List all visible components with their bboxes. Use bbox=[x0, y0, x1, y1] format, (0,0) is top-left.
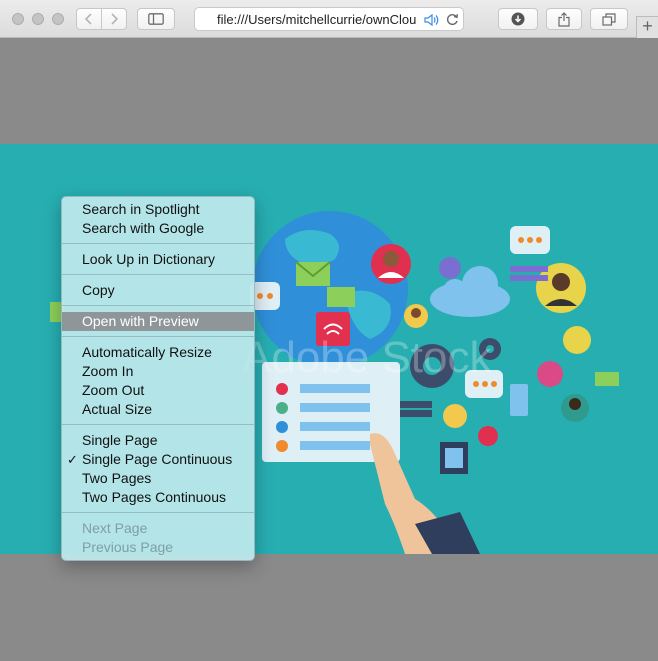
menu-item-search-google[interactable]: Search with Google bbox=[62, 219, 254, 238]
show-tabs-button[interactable] bbox=[590, 8, 628, 30]
checkmark-icon: ✓ bbox=[67, 452, 78, 467]
menu-item-look-up[interactable]: Look Up in Dictionary bbox=[62, 250, 254, 269]
browser-toolbar: file:///Users/mitchellcurrie/ownCloud + bbox=[0, 0, 658, 38]
downloads-button[interactable] bbox=[498, 8, 538, 30]
speaker-icon[interactable] bbox=[424, 14, 440, 26]
menu-item-single-page[interactable]: Single Page bbox=[62, 431, 254, 450]
sidebar-icon bbox=[148, 13, 164, 25]
menu-separator bbox=[62, 274, 254, 275]
avatar bbox=[439, 257, 461, 279]
avatar bbox=[443, 404, 467, 428]
forward-button[interactable] bbox=[101, 8, 127, 30]
avatar bbox=[537, 361, 563, 387]
share-button[interactable] bbox=[546, 8, 582, 30]
reload-icon[interactable] bbox=[446, 13, 459, 26]
menu-separator bbox=[62, 512, 254, 513]
sidebar-toggle-button[interactable] bbox=[137, 8, 175, 30]
menu-item-two-pages-continuous[interactable]: Two Pages Continuous bbox=[62, 488, 254, 507]
menu-separator bbox=[62, 243, 254, 244]
avatar bbox=[478, 426, 498, 446]
new-tab-button[interactable]: + bbox=[636, 16, 658, 38]
menu-separator bbox=[62, 305, 254, 306]
menu-item-copy[interactable]: Copy bbox=[62, 281, 254, 300]
address-url[interactable]: file:///Users/mitchellcurrie/ownCloud bbox=[217, 12, 417, 27]
menu-separator bbox=[62, 336, 254, 337]
page-background bbox=[0, 38, 658, 144]
chevron-right-icon bbox=[111, 13, 119, 25]
watermark-text: Adobe Stock bbox=[242, 333, 492, 382]
context-menu: Search in Spotlight Search with Google L… bbox=[61, 196, 255, 561]
back-button[interactable] bbox=[76, 8, 102, 30]
zoom-window-button[interactable] bbox=[52, 13, 64, 25]
menu-item-open-preview[interactable]: Open with Preview bbox=[62, 312, 254, 331]
tabs-icon bbox=[602, 12, 616, 26]
share-icon bbox=[558, 11, 570, 27]
menu-item-label: Single Page Continuous bbox=[82, 451, 233, 467]
minimize-window-button[interactable] bbox=[32, 13, 44, 25]
menu-item-zoom-out[interactable]: Zoom Out bbox=[62, 381, 254, 400]
download-icon bbox=[511, 12, 525, 26]
menu-item-search-spotlight[interactable]: Search in Spotlight bbox=[62, 200, 254, 219]
menu-separator bbox=[62, 424, 254, 425]
menu-item-previous-page: Previous Page bbox=[82, 539, 174, 555]
chevron-left-icon bbox=[84, 13, 92, 25]
avatar bbox=[563, 326, 591, 354]
phone-icon bbox=[510, 384, 528, 416]
menu-item-actual-size[interactable]: Actual Size bbox=[62, 400, 254, 419]
menu-item-auto-resize[interactable]: Automatically Resize bbox=[62, 343, 254, 362]
menu-item-single-page-continuous[interactable]: ✓ Single Page Continuous bbox=[62, 450, 254, 469]
menu-item-next-page: Next Page bbox=[82, 520, 148, 536]
menu-item-two-pages[interactable]: Two Pages bbox=[62, 469, 254, 488]
close-window-button[interactable] bbox=[12, 13, 24, 25]
address-bar[interactable]: file:///Users/mitchellcurrie/ownCloud bbox=[194, 7, 464, 31]
menu-item-zoom-in[interactable]: Zoom In bbox=[62, 362, 254, 381]
